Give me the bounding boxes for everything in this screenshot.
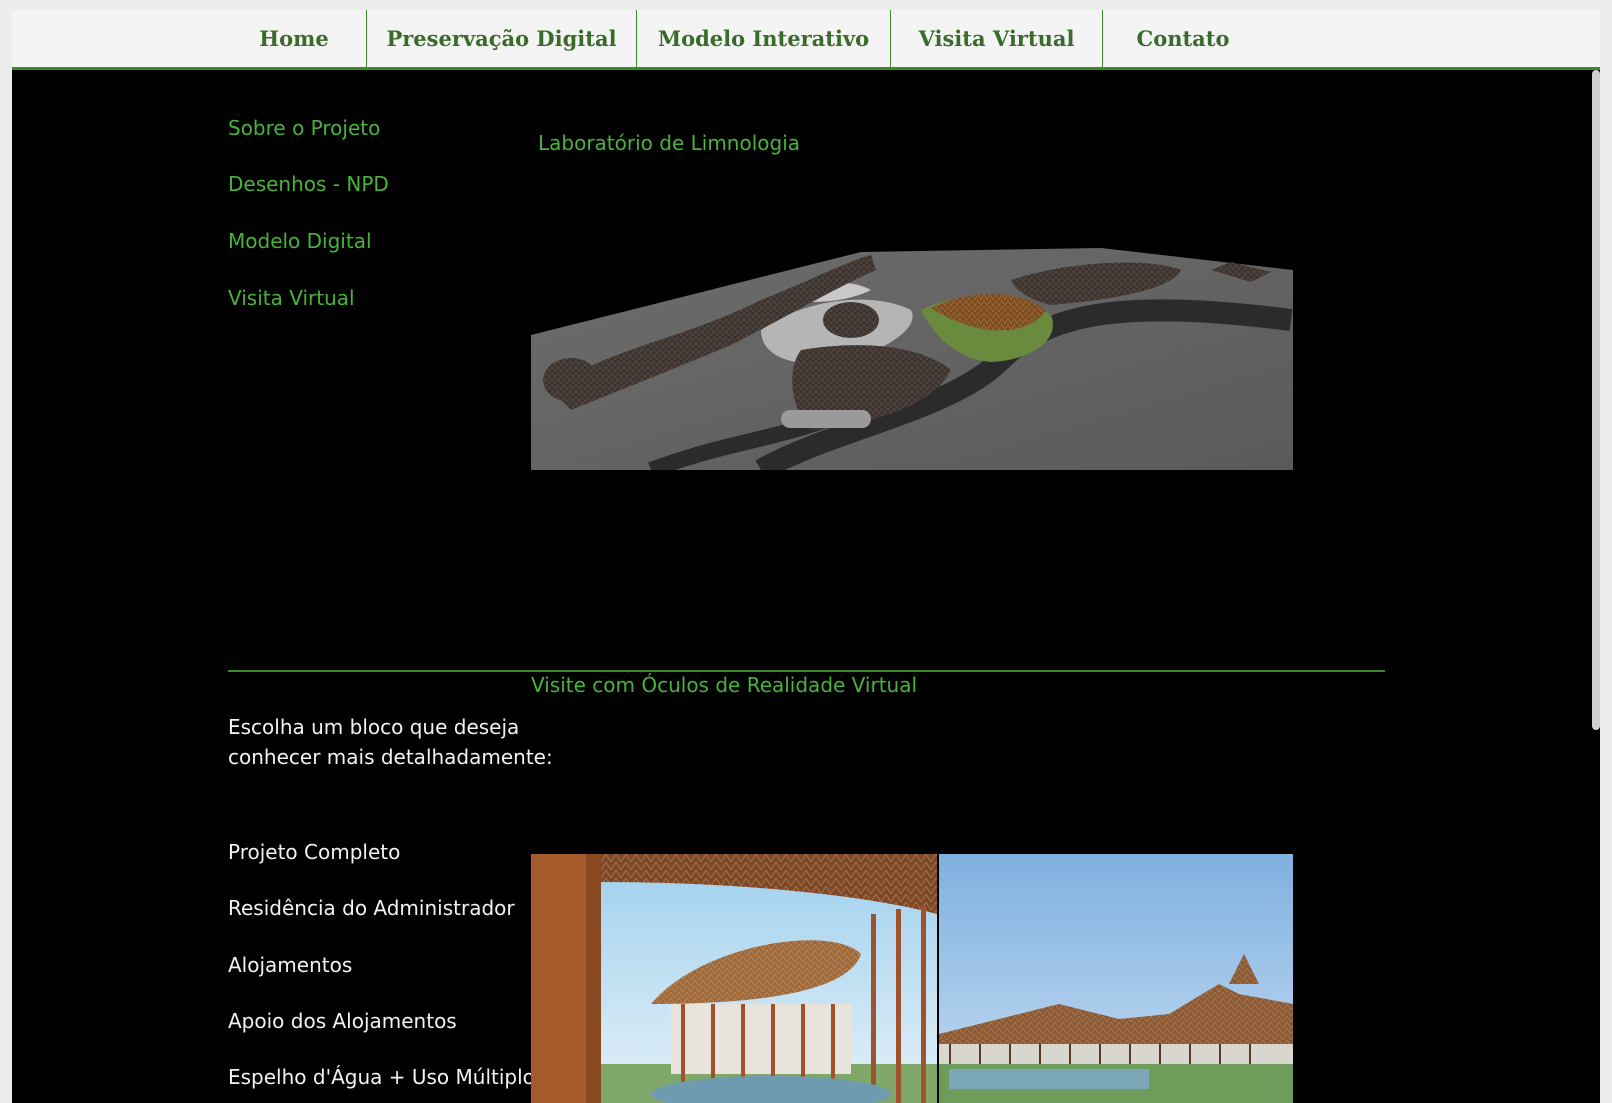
block-link-residencia[interactable]: Residência do Administrador [228,896,515,920]
nav-visita-virtual[interactable]: Visita Virtual [891,10,1102,68]
nav-modelo-interativo[interactable]: Modelo Interativo [637,10,890,68]
sidebar-link-desenhos[interactable]: Desenhos - NPD [228,172,389,196]
page-frame: Home Preservação Digital Modelo Interati… [12,10,1600,1103]
vr-render-exterior-image[interactable] [939,854,1293,1103]
prompt-text-line2: conhecer mais detalhadamente: [228,745,553,769]
block-link-apoio-alojamentos[interactable]: Apoio dos Alojamentos [228,1009,457,1033]
sidebar-link-sobre[interactable]: Sobre o Projeto [228,116,380,140]
prompt-text-line1: Escolha um bloco que deseja [228,715,520,739]
section-divider [228,670,1385,672]
nav-contato[interactable]: Contato [1103,10,1263,68]
vr-section-title: Visite com Óculos de Realidade Virtual [531,673,918,697]
aerial-model-image [531,248,1293,470]
nav-preservacao-digital[interactable]: Preservação Digital [367,10,636,68]
block-link-projeto-completo[interactable]: Projeto Completo [228,840,400,864]
block-link-espelho-dagua[interactable]: Espelho d'Água + Uso Múltiplo [228,1065,535,1089]
scrollbar[interactable] [1592,70,1600,730]
vr-render-interior-image[interactable] [531,854,937,1103]
top-navigation: Home Preservação Digital Modelo Interati… [12,10,1600,70]
block-link-alojamentos[interactable]: Alojamentos [228,953,352,977]
nav-home[interactable]: Home [230,10,358,68]
sidebar-link-visita-virtual[interactable]: Visita Virtual [228,286,355,310]
page-title: Laboratório de Limnologia [538,131,801,155]
sidebar-link-modelo-digital[interactable]: Modelo Digital [228,229,372,253]
